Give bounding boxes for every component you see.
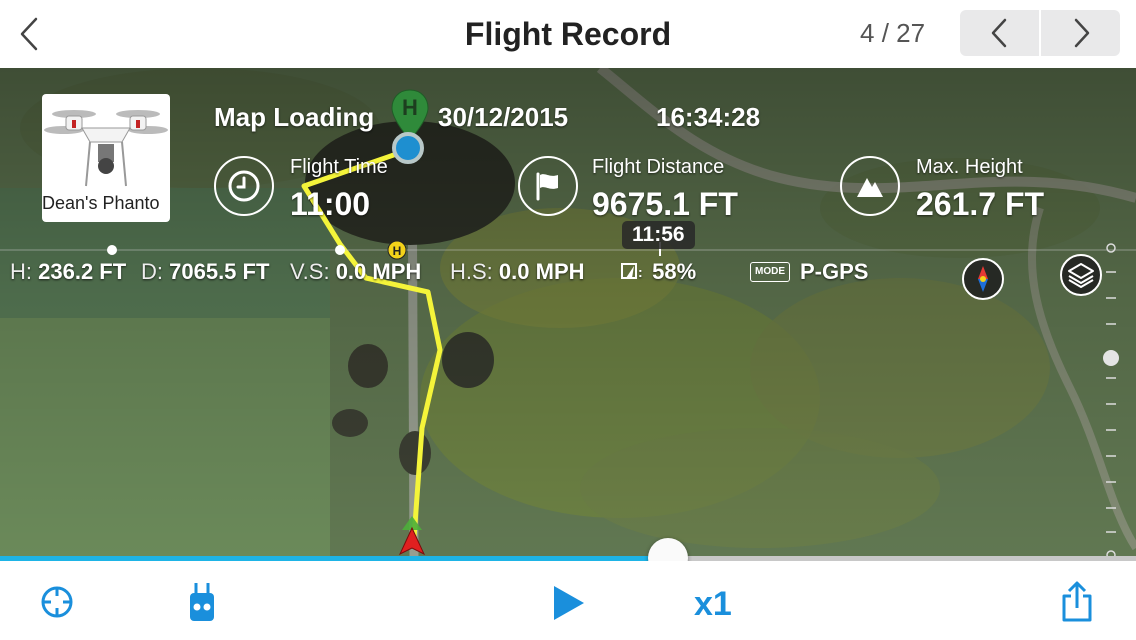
distance-label: D:	[141, 259, 163, 284]
vertical-speed-readout: V.S: 0.0 MPH	[290, 259, 421, 287]
timeline-time-badge: 11:56	[622, 221, 695, 249]
compass-icon	[978, 266, 988, 292]
share-button[interactable]	[1058, 579, 1096, 625]
remote-controller-button[interactable]	[186, 581, 218, 623]
vertical-speed-label: V.S:	[290, 259, 330, 284]
horizontal-speed-label: H.S:	[450, 259, 493, 284]
horizontal-speed-value: 0.0 MPH	[498, 259, 585, 284]
remote-controller-icon	[190, 583, 214, 621]
map-status: Map Loading	[214, 102, 375, 132]
flight-path	[301, 147, 443, 541]
map-layers-button[interactable]	[1060, 254, 1102, 296]
locate-button[interactable]	[38, 583, 76, 621]
crosshair-icon	[41, 586, 73, 618]
distance-readout: D: 7065.5 FT	[141, 259, 269, 287]
layers-icon	[1068, 263, 1094, 288]
previous-record-button[interactable]	[960, 10, 1039, 56]
drone-thumbnail: Dean's Phanto	[42, 94, 170, 222]
mountain-icon	[840, 156, 900, 216]
battery-value: 58%	[652, 259, 697, 284]
height-readout: H: 236.2 FT	[10, 259, 126, 287]
flight-map[interactable]: H Dean's Phanto Map Loading 30/12/2015 1…	[0, 68, 1136, 560]
height-label: H:	[10, 259, 32, 284]
mode-tag: MODE	[750, 262, 790, 282]
header-bar: Flight Record 4 / 27	[0, 0, 1136, 68]
flight-mode-value: P-GPS	[800, 259, 869, 284]
timeline-home-marker: H	[393, 244, 402, 258]
battery-icon: :	[621, 263, 643, 280]
svg-text::: :	[638, 264, 643, 280]
record-nav	[960, 10, 1120, 56]
max-height-value: 261.7 FT	[916, 186, 1045, 222]
play-button[interactable]	[548, 583, 588, 623]
flight-time-label: Flight Time	[290, 156, 388, 178]
home-point-marker: H	[391, 89, 429, 164]
share-icon	[1062, 581, 1092, 622]
next-record-button[interactable]	[1041, 10, 1120, 56]
playback-toolbar: x1	[0, 561, 1136, 640]
flight-time-value: 11:00	[290, 186, 371, 222]
playback-speed-button[interactable]: x1	[694, 585, 732, 624]
flag-icon	[518, 156, 578, 216]
page-current: 4	[860, 18, 875, 48]
record-date: 30/12/2015	[438, 102, 569, 132]
distance-value: 7065.5 FT	[169, 259, 270, 284]
page-total: 27	[896, 18, 926, 48]
aircraft-position-icon	[398, 516, 426, 556]
horizontal-speed-readout: H.S: 0.0 MPH	[450, 259, 585, 287]
clock-icon	[214, 156, 274, 216]
flight-distance-value: 9675.1 FT	[592, 186, 738, 222]
play-icon	[554, 586, 584, 620]
drone-image	[44, 110, 168, 187]
vertical-speed-value: 0.0 MPH	[335, 259, 422, 284]
home-marker-label: H	[402, 95, 418, 120]
max-height-label: Max. Height	[916, 156, 1023, 178]
battery-readout: : 58%	[620, 259, 696, 287]
flight-distance-label: Flight Distance	[592, 156, 725, 178]
chevron-right-icon	[1074, 18, 1089, 48]
chevron-left-icon	[991, 18, 1006, 48]
flight-mode-readout: P-GPS	[800, 259, 868, 287]
record-time: 16:34:28	[656, 102, 761, 132]
height-value: 236.2 FT	[38, 259, 127, 284]
drone-name: Dean's Phanto	[42, 193, 160, 213]
page-separator: /	[881, 18, 889, 48]
page-counter: 4 / 27	[860, 18, 925, 49]
compass-button[interactable]	[962, 258, 1004, 300]
